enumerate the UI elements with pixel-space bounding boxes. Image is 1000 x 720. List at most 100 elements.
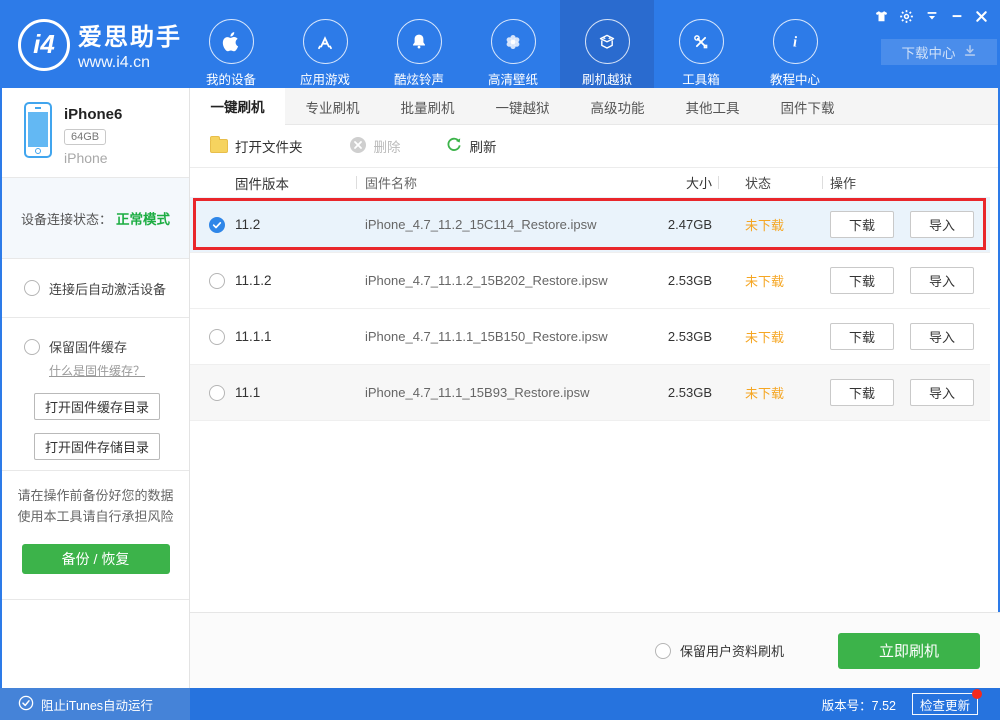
minimize-icon[interactable]	[944, 6, 969, 26]
nav-item-my-device[interactable]: 我的设备	[184, 0, 278, 88]
app-url: www.i4.cn	[78, 54, 151, 71]
firmware-filename: iPhone_4.7_11.1_15B93_Restore.ipsw	[365, 385, 590, 400]
column-divider	[356, 176, 357, 189]
nav-item-apps-games[interactable]: 应用游戏	[278, 0, 372, 88]
check-update-label: 检查更新	[919, 698, 970, 713]
download-firmware-button[interactable]: 下载	[830, 379, 894, 406]
firmware-size: 2.53GB	[667, 273, 712, 288]
flash-now-button[interactable]: 立即刷机	[838, 632, 980, 669]
tab-one-click-jailbreak[interactable]: 一键越狱	[475, 88, 570, 125]
open-storage-dir-button[interactable]: 打开固件存储目录	[34, 433, 160, 460]
firmware-filename: iPhone_4.7_11.1.2_15B202_Restore.ipsw	[365, 273, 608, 288]
firmware-status: 未下载	[745, 330, 785, 345]
tab-other-tools[interactable]: 其他工具	[665, 88, 760, 125]
nav-item-wallpapers[interactable]: 高清壁纸	[466, 0, 560, 88]
flash-jailbreak-icon	[584, 19, 630, 64]
firmware-row-11-1[interactable]: 11.1 iPhone_4.7_11.1_15B93_Restore.ipsw …	[190, 365, 990, 421]
prevent-itunes-label: 阻止iTunes自动运行	[41, 698, 154, 713]
titlebar: i4 爱思助手 www.i4.cn 我的设备 应用游戏 酷炫铃声 高清壁纸 刷机…	[0, 0, 1000, 88]
delete-label: 删除	[373, 140, 401, 155]
tab-pro-flash[interactable]: 专业刷机	[285, 88, 380, 125]
import-firmware-button[interactable]: 导入	[910, 211, 974, 238]
firmware-row-11-1-2[interactable]: 11.1.2 iPhone_4.7_11.1.2_15B202_Restore.…	[190, 253, 990, 309]
iphone-device-icon	[24, 102, 52, 158]
column-divider	[822, 176, 823, 189]
firmware-radio[interactable]	[209, 328, 225, 345]
nav-item-flash-jailbreak[interactable]: 刷机越狱	[560, 0, 654, 88]
skin-icon[interactable]	[869, 6, 894, 26]
download-firmware-button[interactable]: 下载	[830, 267, 894, 294]
download-center-button[interactable]: 下载中心	[881, 39, 997, 65]
firmware-row-11-1-1[interactable]: 11.1.1 iPhone_4.7_11.1.1_15B150_Restore.…	[190, 309, 990, 365]
backup-restore-button[interactable]: 备份 / 恢复	[21, 544, 170, 574]
firmware-status: 未下载	[745, 386, 785, 401]
status-bar: 阻止iTunes自动运行 版本号：7.52 检查更新	[0, 688, 1000, 720]
app-title: 爱思助手	[78, 24, 182, 51]
download-firmware-button[interactable]: 下载	[830, 211, 894, 238]
firmware-radio[interactable]	[209, 272, 225, 289]
keep-cache-checkbox[interactable]	[24, 338, 40, 355]
open-folder-button[interactable]: 打开文件夹	[210, 136, 303, 156]
tab-bar: 一键刷机 专业刷机 批量刷机 一键越狱 高级功能 其他工具 固件下载	[190, 88, 998, 125]
col-status: 状态	[745, 176, 772, 191]
apple-icon	[208, 19, 254, 64]
option-auto-activate: 连接后自动激活设备	[2, 259, 189, 317]
firmware-filename: iPhone_4.7_11.2_15C114_Restore.ipsw	[365, 217, 597, 232]
tab-batch-flash[interactable]: 批量刷机	[380, 88, 475, 125]
tab-firmware-download[interactable]: 固件下载	[760, 88, 855, 125]
keep-user-data-label: 保留用户资料刷机	[679, 644, 784, 659]
wallpaper-icon	[490, 19, 536, 64]
what-is-cache-link[interactable]: 什么是固件缓存？	[49, 362, 145, 379]
nav-label: 刷机越狱	[581, 73, 632, 87]
download-firmware-button[interactable]: 下载	[830, 323, 894, 350]
delete-button[interactable]: 删除	[349, 136, 401, 157]
refresh-icon	[445, 136, 463, 157]
connection-status-label: 设备连接状态：	[21, 211, 113, 227]
table-header: 固件版本 固件名称 大小 状态 操作	[190, 168, 990, 197]
nav-item-tutorials[interactable]: i 教程中心	[748, 0, 842, 88]
open-cache-dir-button[interactable]: 打开固件缓存目录	[34, 393, 160, 420]
logo-icon: i4	[18, 18, 70, 71]
firmware-row-11-2[interactable]: 11.2 iPhone_4.7_11.2_15C114_Restore.ipsw…	[190, 197, 990, 253]
nav-item-ringtones[interactable]: 酷炫铃声	[372, 0, 466, 88]
backup-warning-section: 请在操作前备份好您的数据 使用本工具请自行承担风险 备份 / 恢复	[2, 470, 189, 600]
col-actions: 操作	[830, 176, 857, 191]
menu-icon[interactable]	[919, 6, 944, 26]
check-update-button[interactable]: 检查更新	[912, 689, 982, 715]
firmware-radio[interactable]	[209, 384, 225, 401]
nav-label: 酷炫铃声	[393, 73, 444, 87]
firmware-radio-selected[interactable]	[209, 216, 225, 233]
svg-text:i: i	[793, 34, 797, 50]
tutorial-info-icon: i	[772, 19, 818, 64]
connection-status: 设备连接状态： 正常模式	[2, 177, 189, 259]
auto-activate-checkbox[interactable]	[24, 280, 40, 296]
import-firmware-button[interactable]: 导入	[910, 379, 974, 406]
window-controls	[869, 6, 994, 26]
firmware-cache-section: 保留固件缓存 什么是固件缓存？ 打开固件缓存目录 打开固件存储目录	[2, 317, 189, 470]
tab-one-click-flash[interactable]: 一键刷机	[190, 88, 285, 125]
nav-label: 教程中心	[769, 73, 820, 87]
appstore-icon	[302, 19, 348, 64]
nav-label: 我的设备	[205, 73, 256, 87]
import-firmware-button[interactable]: 导入	[910, 323, 974, 350]
firmware-version: 11.1.1	[235, 329, 272, 344]
nav-label: 高清壁纸	[487, 73, 538, 87]
auto-activate-label: 连接后自动激活设备	[49, 281, 167, 297]
close-icon[interactable]	[969, 6, 994, 26]
refresh-button[interactable]: 刷新	[445, 136, 497, 157]
app-logo: i4 爱思助手 www.i4.cn	[18, 17, 182, 72]
sidebar: iPhone6 64GB iPhone 设备连接状态： 正常模式 连接后自动激活…	[0, 88, 190, 688]
firmware-size: 2.53GB	[667, 329, 712, 344]
prevent-itunes-toggle[interactable]: 阻止iTunes自动运行	[0, 688, 190, 720]
firmware-size: 2.47GB	[667, 217, 712, 232]
import-firmware-button[interactable]: 导入	[910, 267, 974, 294]
firmware-list: 11.2 iPhone_4.7_11.2_15C114_Restore.ipsw…	[190, 197, 990, 421]
tab-advanced[interactable]: 高级功能	[570, 88, 665, 125]
nav-item-toolbox[interactable]: 工具箱	[654, 0, 748, 88]
keep-user-data-radio[interactable]	[654, 642, 671, 659]
firmware-size: 2.53GB	[667, 385, 712, 400]
update-notification-dot	[972, 689, 982, 699]
settings-gear-icon[interactable]	[894, 6, 919, 26]
folder-icon	[210, 136, 228, 153]
check-circle-icon	[18, 695, 34, 714]
